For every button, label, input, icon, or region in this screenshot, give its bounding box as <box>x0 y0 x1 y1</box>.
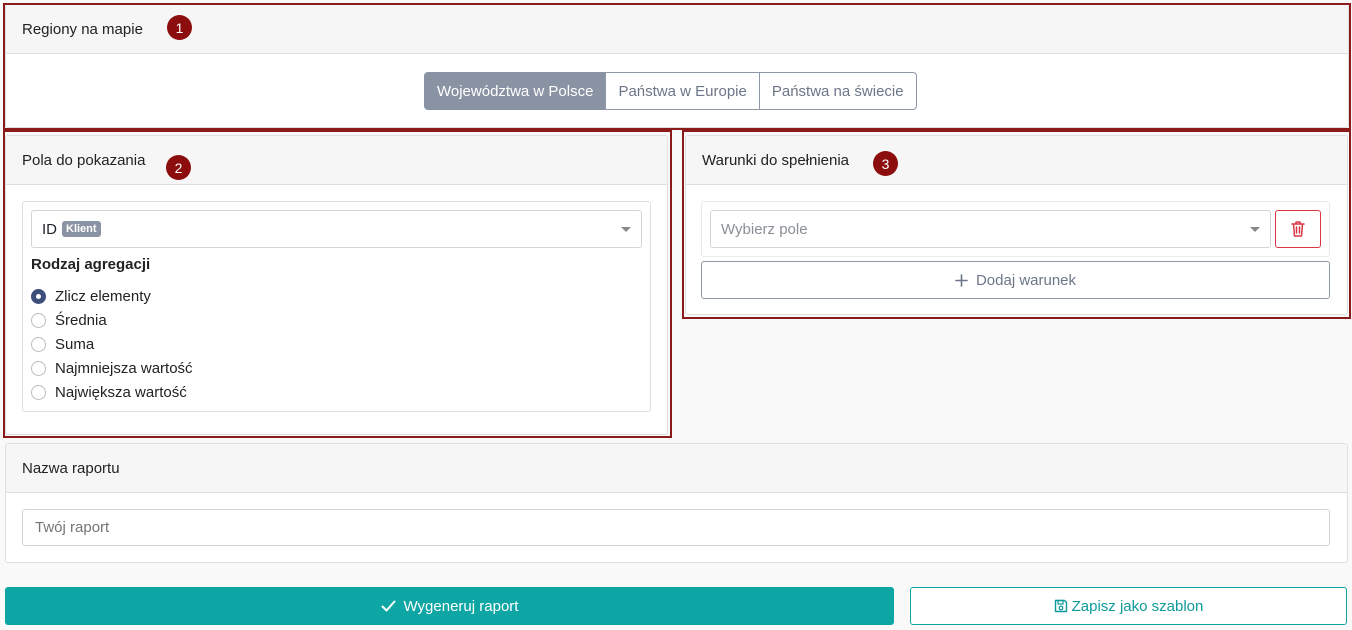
region-segmented-control: Województwa w Polsce Państwa w Europie P… <box>424 72 917 110</box>
aggregation-option-min[interactable]: Najmniejsza wartość <box>31 360 193 377</box>
radio-icon[interactable] <box>31 385 46 400</box>
aggregation-option-label: Największa wartość <box>55 384 187 401</box>
region-option-poland[interactable]: Województwa w Polsce <box>424 72 607 110</box>
aggregation-option-label: Suma <box>55 336 95 353</box>
step-badge-2: 2 <box>166 155 191 180</box>
chevron-down-icon <box>621 227 631 232</box>
region-option-world[interactable]: Państwa na świecie <box>758 72 917 110</box>
trash-icon <box>1291 221 1305 237</box>
save-template-button[interactable]: Zapisz jako szablon <box>910 587 1347 625</box>
add-condition-label: Dodaj warunek <box>975 271 1077 289</box>
region-option-europe[interactable]: Państwa w Europie <box>605 72 760 110</box>
regions-title: Regiony na mapie <box>22 20 143 38</box>
floppy-disk-icon <box>1054 599 1067 613</box>
regions-card-header: Regiony na mapie <box>6 5 1348 54</box>
radio-icon[interactable] <box>31 313 46 328</box>
aggregation-label: Rodzaj agregacji <box>31 256 151 273</box>
aggregation-option-label: Zlicz elementy <box>55 288 151 305</box>
aggregation-option-max[interactable]: Największa wartość <box>31 384 187 401</box>
chevron-down-icon <box>1250 227 1260 232</box>
aggregation-option-sum[interactable]: Suma <box>31 336 94 353</box>
save-template-label: Zapisz jako szablon <box>1071 597 1204 615</box>
radio-checked-icon[interactable] <box>31 289 46 304</box>
report-name-input[interactable] <box>22 509 1330 546</box>
condition-field-placeholder: Wybierz pole <box>721 220 808 238</box>
conditions-card-header: Warunki do spełnienia <box>686 136 1347 185</box>
plus-icon <box>955 273 968 287</box>
field-source-badge: Klient <box>62 221 101 237</box>
radio-icon[interactable] <box>31 361 46 376</box>
add-condition-button[interactable]: Dodaj warunek <box>701 261 1330 299</box>
step-badge-1: 1 <box>167 15 192 40</box>
report-name-card-header: Nazwa raportu <box>6 444 1347 493</box>
step-badge-3: 3 <box>873 151 898 176</box>
fields-title: Pola do pokazania <box>22 151 146 169</box>
field-select[interactable]: ID Klient <box>31 210 642 248</box>
check-icon <box>381 600 396 612</box>
generate-report-button[interactable]: Wygeneruj raport <box>5 587 894 625</box>
conditions-title: Warunki do spełnienia <box>702 151 850 169</box>
aggregation-option-label: Średnia <box>55 312 107 329</box>
aggregation-option-count[interactable]: Zlicz elementy <box>31 288 151 305</box>
field-select-value: ID <box>42 220 57 238</box>
aggregation-option-label: Najmniejsza wartość <box>55 360 193 377</box>
aggregation-option-average[interactable]: Średnia <box>31 312 107 329</box>
fields-card-header: Pola do pokazania <box>6 136 667 185</box>
generate-report-label: Wygeneruj raport <box>403 597 519 615</box>
report-name-title: Nazwa raportu <box>22 459 120 477</box>
condition-field-select[interactable]: Wybierz pole <box>710 210 1271 248</box>
delete-condition-button[interactable] <box>1275 210 1321 248</box>
radio-icon[interactable] <box>31 337 46 352</box>
